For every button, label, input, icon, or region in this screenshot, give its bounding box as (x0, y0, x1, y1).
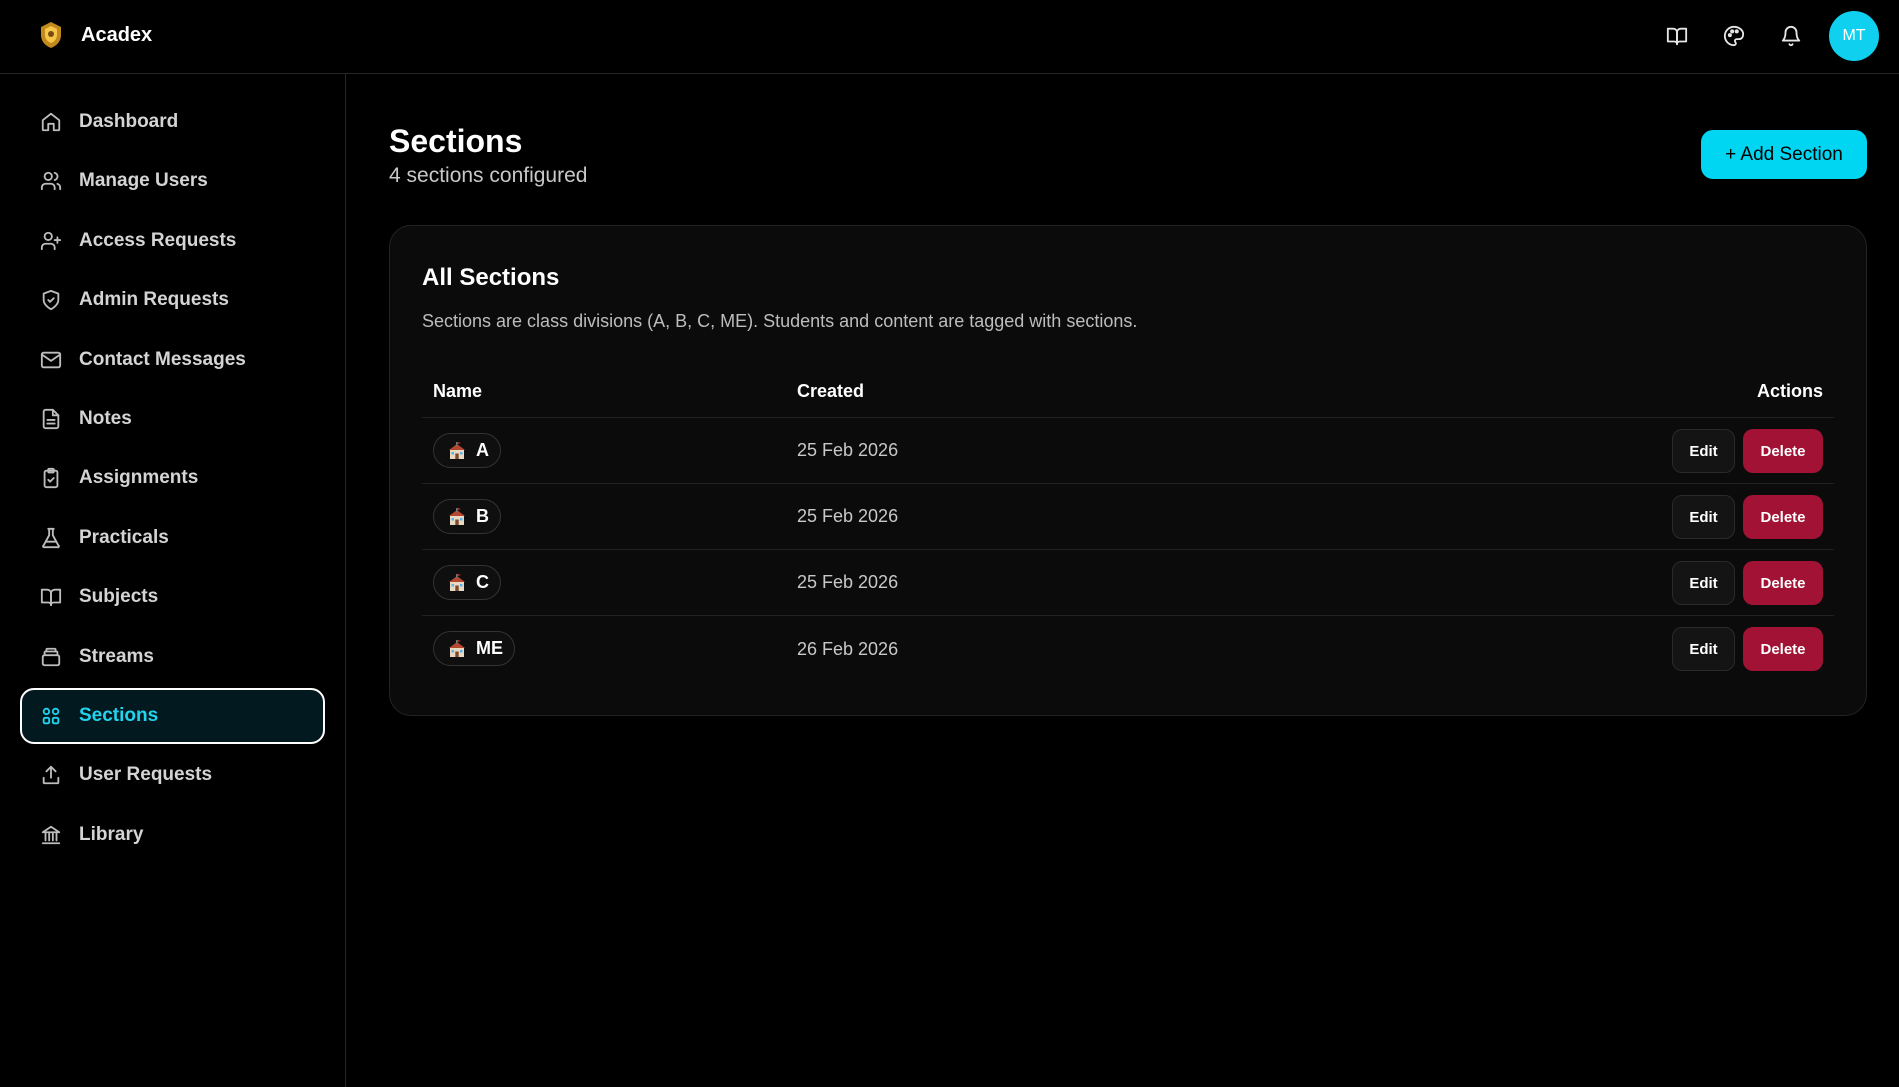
edit-button[interactable]: Edit (1672, 429, 1735, 473)
acadex-logo-icon (38, 20, 64, 50)
school-icon (447, 441, 467, 461)
book-icon (40, 586, 62, 608)
upload-icon (40, 764, 62, 786)
school-icon (447, 573, 467, 593)
section-name-pill: C (433, 565, 501, 600)
delete-button[interactable]: Delete (1743, 495, 1823, 539)
sidebar-item-streams[interactable]: Streams (20, 629, 325, 685)
delete-button[interactable]: Delete (1743, 561, 1823, 605)
section-name: C (476, 572, 489, 592)
created-date: 25 Feb 2026 (797, 440, 899, 460)
sidebar: Dashboard Manage Users Access Requests A… (0, 74, 346, 1087)
user-avatar[interactable]: MT (1829, 11, 1879, 61)
sidebar-item-label: Access Requests (79, 229, 237, 251)
sidebar-item-dashboard[interactable]: Dashboard (20, 94, 325, 150)
edit-button[interactable]: Edit (1672, 561, 1735, 605)
grid-icon (40, 705, 62, 727)
sidebar-item-label: User Requests (79, 764, 213, 786)
sections-table: Name Created Actions A 25 Feb 2026 Edit … (422, 366, 1834, 682)
card-title: All Sections (422, 264, 560, 291)
page-title: Sections (389, 123, 523, 159)
main-content: Sections 4 sections configured + Add Sec… (347, 74, 1899, 1087)
add-section-button[interactable]: + Add Section (1701, 130, 1867, 179)
column-header-actions: Actions (1756, 381, 1823, 401)
column-header-created: Created (797, 381, 865, 401)
sections-card: All Sections Sections are class division… (389, 225, 1867, 716)
file-text-icon (40, 408, 62, 430)
mail-icon (40, 349, 62, 371)
sidebar-item-label: Manage Users (79, 170, 208, 192)
layers-icon (40, 646, 62, 668)
sidebar-item-label: Assignments (79, 467, 199, 489)
sidebar-item-user-requests[interactable]: User Requests (20, 747, 325, 803)
school-icon (447, 507, 467, 527)
sidebar-item-practicals[interactable]: Practicals (20, 510, 325, 566)
table-row: A 25 Feb 2026 Edit Delete (422, 418, 1834, 484)
sidebar-item-contact-messages[interactable]: Contact Messages (20, 332, 325, 388)
created-date: 25 Feb 2026 (797, 506, 899, 526)
sidebar-item-label: Dashboard (79, 111, 179, 132)
school-icon (447, 639, 467, 659)
flask-icon (40, 527, 62, 549)
section-name-pill: ME (433, 631, 515, 666)
table-row: C 25 Feb 2026 Edit Delete (422, 550, 1834, 616)
book-open-icon[interactable] (1654, 13, 1700, 59)
row-actions: Edit Delete (1672, 495, 1823, 539)
sidebar-item-label: Library (79, 823, 144, 845)
page-subtitle: 4 sections configured (389, 164, 588, 187)
sidebar-item-manage-users[interactable]: Manage Users (20, 153, 325, 209)
sidebar-nav: Dashboard Manage Users Access Requests A… (20, 94, 325, 866)
edit-button[interactable]: Edit (1672, 495, 1735, 539)
section-name: ME (476, 638, 503, 658)
delete-button[interactable]: Delete (1743, 627, 1823, 671)
sidebar-item-subjects[interactable]: Subjects (20, 569, 325, 625)
header-actions: MT (1654, 11, 1879, 61)
created-date: 25 Feb 2026 (797, 572, 899, 592)
table-header: Name Created Actions (422, 366, 1834, 418)
brand[interactable]: Acadex (38, 20, 152, 50)
app-name: Acadex (81, 23, 153, 46)
sidebar-item-label: Sections (79, 704, 159, 726)
delete-button[interactable]: Delete (1743, 429, 1823, 473)
edit-button[interactable]: Edit (1672, 627, 1735, 671)
section-name-pill: A (433, 433, 501, 468)
sidebar-item-assignments[interactable]: Assignments (20, 450, 325, 506)
row-actions: Edit Delete (1672, 627, 1823, 671)
shield-icon (40, 289, 62, 311)
row-actions: Edit Delete (1672, 561, 1823, 605)
created-date: 26 Feb 2026 (797, 638, 899, 659)
section-name: A (476, 440, 489, 460)
users-icon (40, 170, 62, 192)
section-name-pill: B (433, 499, 501, 534)
sidebar-item-library[interactable]: Library (20, 807, 325, 863)
sidebar-item-notes[interactable]: Notes (20, 391, 325, 447)
sidebar-item-label: Practicals (79, 526, 169, 548)
card-description: Sections are class divisions (A, B, C, M… (422, 311, 1138, 331)
table-row: B 25 Feb 2026 Edit Delete (422, 484, 1834, 550)
sidebar-item-label: Contact Messages (79, 348, 246, 370)
table-row: ME 26 Feb 2026 Edit Delete (422, 616, 1834, 682)
column-header-name: Name (433, 381, 483, 401)
sidebar-item-label: Streams (79, 645, 154, 667)
bell-icon[interactable] (1768, 13, 1814, 59)
sidebar-item-label: Notes (79, 407, 132, 429)
sidebar-item-access-requests[interactable]: Access Requests (20, 213, 325, 269)
clipboard-check-icon (40, 467, 62, 489)
home-icon (40, 111, 62, 133)
top-bar: Acadex MT (0, 0, 1899, 74)
sidebar-item-label: Subjects (79, 586, 159, 608)
library-icon (40, 824, 62, 846)
sidebar-item-admin-requests[interactable]: Admin Requests (20, 272, 325, 328)
user-plus-icon (40, 230, 62, 252)
row-actions: Edit Delete (1672, 429, 1823, 473)
section-name: B (476, 506, 489, 526)
palette-icon[interactable] (1711, 13, 1757, 59)
sidebar-item-sections[interactable]: Sections (20, 687, 325, 744)
sidebar-item-label: Admin Requests (79, 289, 229, 311)
